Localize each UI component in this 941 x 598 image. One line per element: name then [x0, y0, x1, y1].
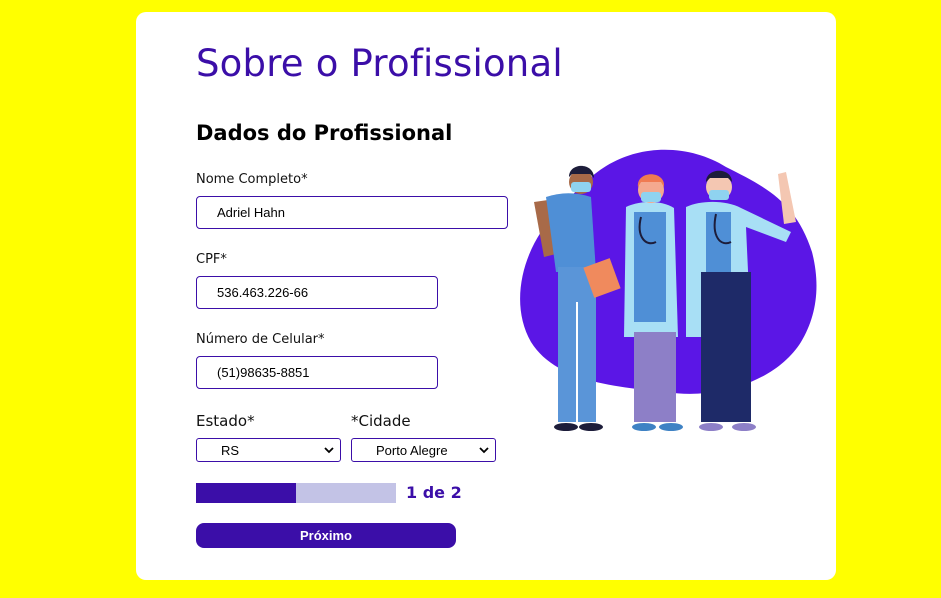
- estado-value: RS: [221, 442, 240, 458]
- cidade-label: *Cidade: [351, 412, 411, 430]
- celular-label: Número de Celular*: [196, 332, 325, 347]
- chevron-down-icon: [324, 447, 334, 454]
- cpf-input[interactable]: [196, 276, 438, 309]
- progress-fill: [196, 483, 296, 503]
- cidade-value: Porto Alegre: [376, 442, 448, 458]
- chevron-down-icon: [479, 447, 489, 454]
- form-card: Sobre o Profissional Dados do Profission…: [136, 12, 836, 580]
- nome-label: Nome Completo*: [196, 172, 308, 187]
- progress-bar: [196, 483, 396, 503]
- page-title: Sobre o Profissional: [196, 42, 563, 85]
- celular-input[interactable]: [196, 356, 438, 389]
- nome-input[interactable]: [196, 196, 508, 229]
- progress-text: 1 de 2: [406, 483, 462, 502]
- section-title: Dados do Profissional: [196, 121, 453, 145]
- estado-label: Estado*: [196, 412, 255, 430]
- cidade-select[interactable]: Porto Alegre: [351, 438, 496, 462]
- doctors-illustration: [520, 149, 817, 431]
- next-button[interactable]: Próximo: [196, 523, 456, 548]
- cpf-label: CPF*: [196, 252, 227, 267]
- estado-select[interactable]: RS: [196, 438, 341, 462]
